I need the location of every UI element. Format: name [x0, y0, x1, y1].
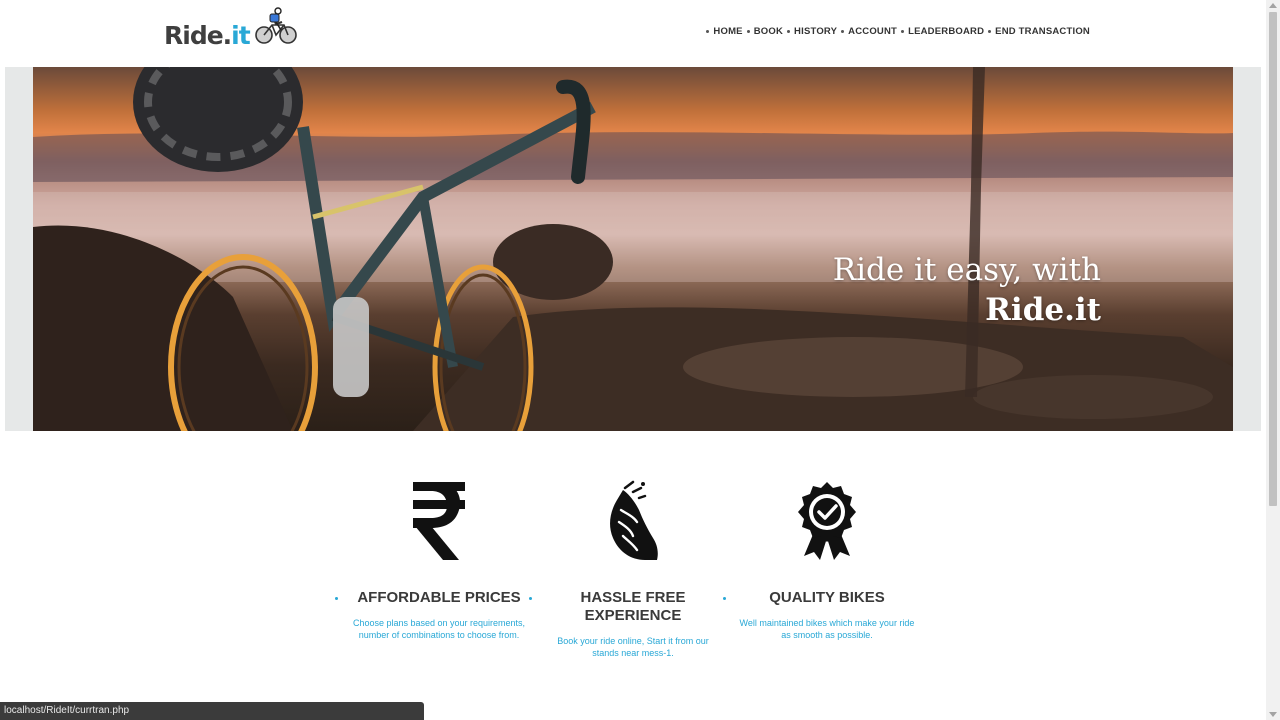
site-header: Ride.it HOME BOOK HISTORY ACCOUNT LEADER… — [0, 0, 1266, 66]
hero-headline-line1: Ride it easy, with — [832, 252, 1101, 288]
nav-bullet — [706, 30, 710, 33]
browser-status-bar: localhost/RideIt/currtran.php — [0, 702, 424, 720]
nav-home[interactable]: HOME — [713, 26, 742, 37]
logo-text-it: it — [231, 21, 251, 50]
nav-bullet — [841, 30, 845, 33]
feature-hassle-free: HASSLE FREE EXPERIENCE Book your ride on… — [536, 480, 730, 659]
relaxed-hand-icon — [610, 480, 658, 560]
feature-affordable-prices: AFFORDABLE PRICES Choose plans based on … — [342, 480, 536, 641]
hero-banner: Ride it easy, with Ride.it — [33, 67, 1233, 431]
feature-description: Well maintained bikes which make your ri… — [730, 617, 924, 641]
nav-end-transaction[interactable]: END TRANSACTION — [995, 26, 1090, 37]
quality-badge-icon — [798, 482, 856, 560]
site-logo[interactable]: Ride.it — [164, 6, 298, 50]
cyclist-icon — [254, 7, 297, 44]
feature-desc-line: as smooth as possible. — [781, 630, 873, 640]
logo-wordmark: Ride.it — [164, 21, 251, 50]
feature-title: AFFORDABLE PRICES — [357, 589, 521, 606]
nav-bullet — [746, 30, 750, 33]
feature-title: HASSLE FREE EXPERIENCE — [536, 589, 730, 625]
feature-desc-line: number of combinations to choose from. — [358, 630, 520, 640]
hero-bike-scene-image — [33, 67, 1233, 431]
feature-description: Choose plans based on your requirements,… — [342, 617, 536, 641]
nav-book[interactable]: BOOK — [754, 26, 783, 37]
scroll-up-arrow-icon[interactable] — [1269, 3, 1277, 8]
feature-title: QUALITY BIKES — [769, 589, 885, 606]
scroll-down-arrow-icon[interactable] — [1269, 712, 1277, 717]
hero-headline: Ride it easy, with Ride.it — [833, 250, 1101, 330]
nav-bullet — [901, 30, 905, 33]
nav-history[interactable]: HISTORY — [794, 26, 837, 37]
nav-bullet — [988, 30, 992, 33]
feature-desc-line: Book your ride online, Start it from our — [557, 636, 709, 646]
feature-description: Book your ride online, Start it from our… — [536, 635, 730, 659]
main-nav: HOME BOOK HISTORY ACCOUNT LEADERBOARD EN… — [702, 26, 1090, 37]
hero-headline-brand: Ride.it — [985, 292, 1101, 328]
separator-dot — [335, 597, 338, 600]
feature-desc-line: Choose plans based on your requirements, — [352, 618, 526, 628]
feature-desc-line: stands near mess-1. — [592, 648, 674, 658]
scrollbar-thumb[interactable] — [1269, 12, 1277, 506]
rupee-icon — [413, 482, 465, 560]
feature-quality-bikes: QUALITY BIKES Well maintained bikes whic… — [730, 480, 924, 641]
nav-leaderboard[interactable]: LEADERBOARD — [908, 26, 984, 37]
feature-desc-line: Well maintained bikes which make your ri… — [739, 618, 915, 628]
feature-title-line: EXPERIENCE — [584, 607, 682, 624]
logo-text-ride: Ride — [164, 21, 224, 50]
feature-title-line: HASSLE FREE — [580, 589, 686, 606]
page-scrollbar[interactable] — [1266, 0, 1280, 720]
nav-bullet — [787, 30, 791, 33]
nav-account[interactable]: ACCOUNT — [848, 26, 897, 37]
logo-text-dot: . — [222, 21, 232, 50]
